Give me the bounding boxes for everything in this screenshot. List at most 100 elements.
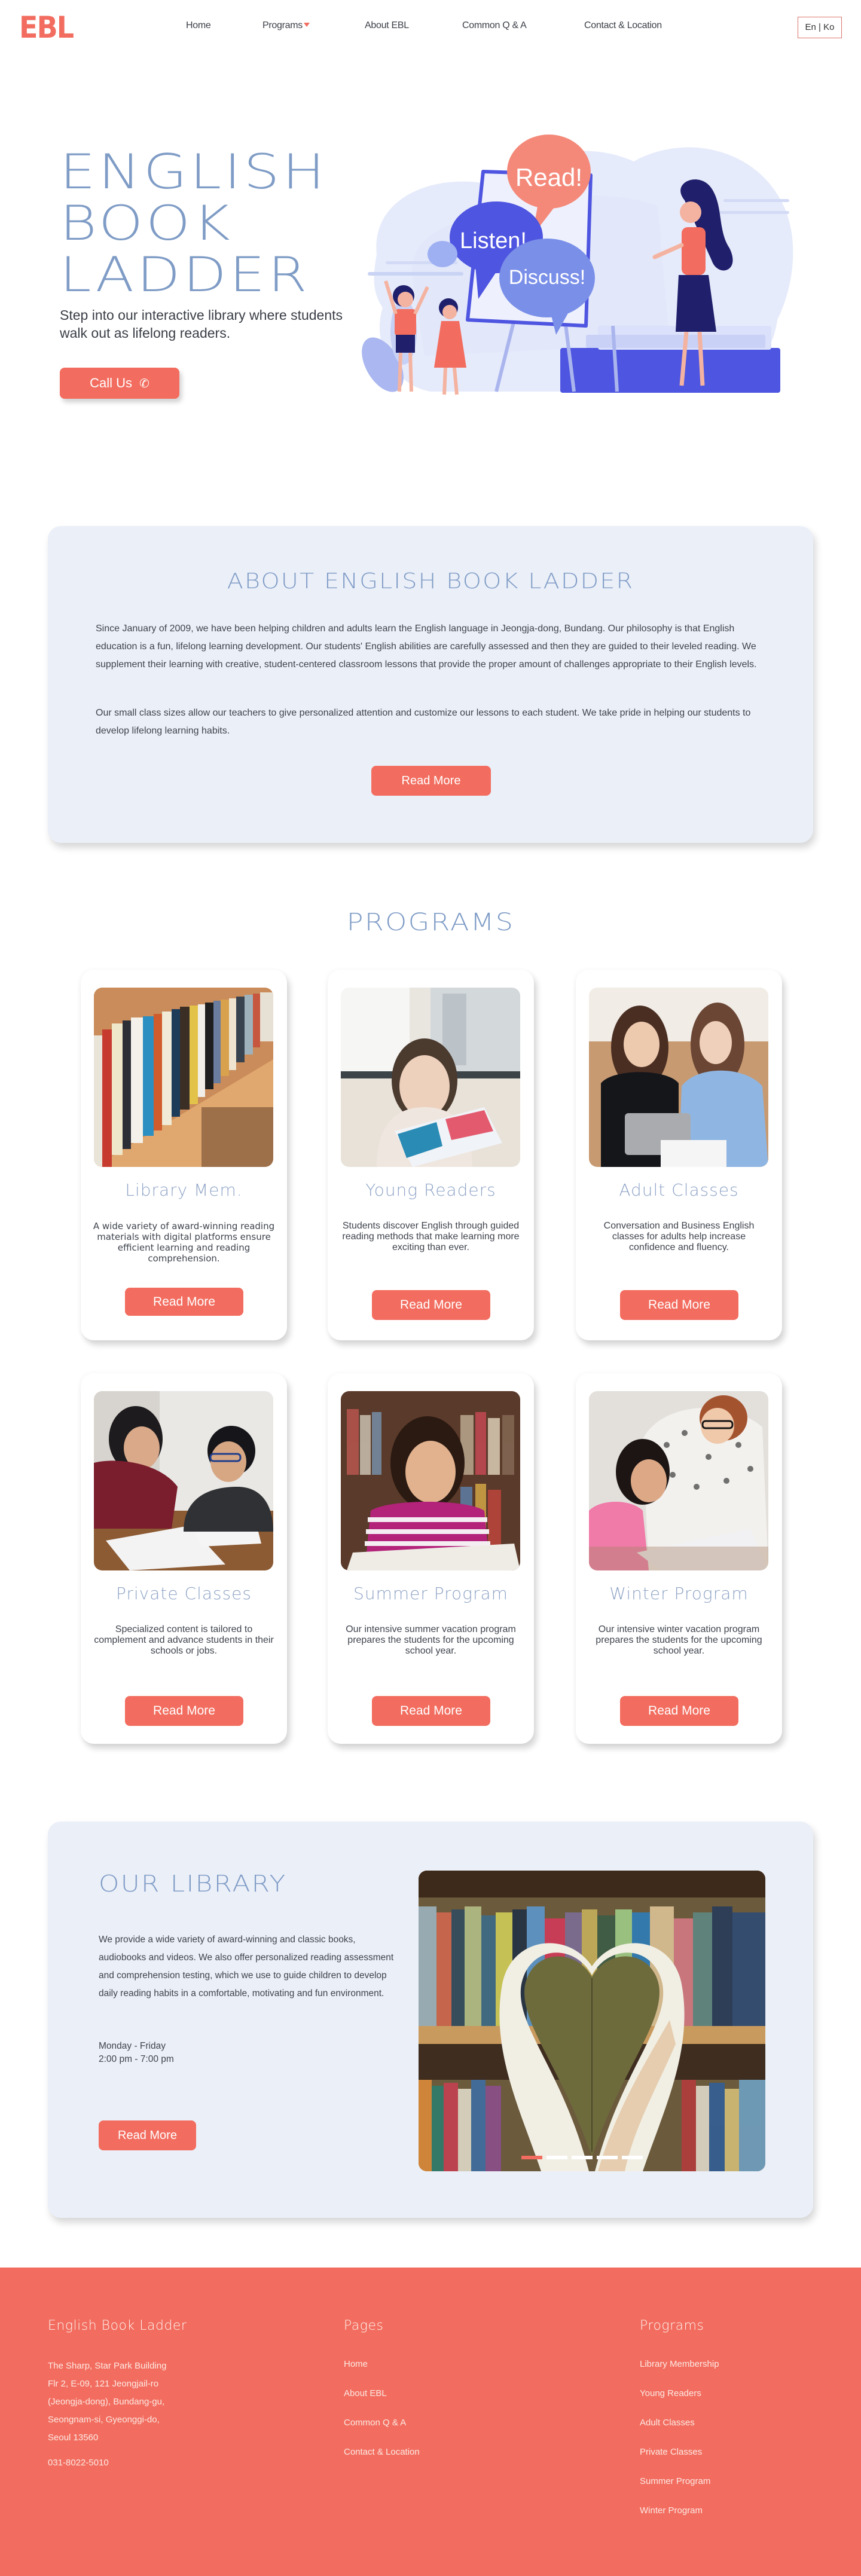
teacher-helping-girl-photo [589,1391,768,1570]
address-line: The Sharp, Star Park Building [48,2361,167,2371]
bubble-label: Discuss! [509,266,585,289]
footer-link-library-membership[interactable]: Library Membership [640,2358,719,2370]
deco-line [368,272,463,276]
carousel-dot-active[interactable] [521,2156,542,2159]
carousel-dot[interactable] [546,2156,567,2159]
program-card-private-classes: Private Classes Specialized content is t… [81,1373,287,1744]
program-read-more-button[interactable]: Read More [620,1696,738,1726]
carousel-dot[interactable] [597,2156,618,2159]
nav-qa[interactable]: Common Q & A [462,20,527,31]
hero-title-line: BOOK [60,195,233,251]
books-stack [560,348,780,393]
library-carousel[interactable] [419,1871,765,2171]
library-hours: Monday - Friday 2:00 pm - 7:00 pm [99,2040,174,2066]
footer-programs-column: Programs Library Membership Young Reader… [640,2318,719,2534]
footer-link-about[interactable]: About EBL [344,2388,420,2400]
carousel-dot[interactable] [622,2156,643,2159]
site-header: EBL Home Programs About EBL Common Q & A… [0,0,861,55]
carousel-dot[interactable] [572,2156,593,2159]
footer-link-adult-classes[interactable]: Adult Classes [640,2417,719,2429]
program-card-summer: Summer Program Our intensive summer vaca… [328,1373,534,1744]
small-bubble [428,241,457,267]
program-read-more-button[interactable]: Read More [372,1290,490,1320]
adults-talking-photo [589,988,768,1167]
hero-illustration: Read! Listen! Discuss! [362,135,793,395]
footer-pages-title: Pages [344,2318,384,2333]
program-description: Our intensive summer vacation program pr… [346,1624,516,1656]
program-title: Summer Program [353,1584,508,1603]
about-read-more-button[interactable]: Read More [371,766,491,796]
library-read-more-button[interactable]: Read More [99,2120,196,2150]
deco-line [718,211,789,214]
program-card-winter: Winter Program Our intensive winter vaca… [576,1373,782,1744]
nav-programs[interactable]: Programs [262,20,310,31]
girl-reading-photo [341,988,520,1167]
program-description: Our intensive winter vacation program pr… [596,1624,762,1656]
bookshelf-photo [94,988,273,1167]
program-card-library: Library Mem. A wide variety of award-win… [81,970,287,1340]
program-title: Young Readers [365,1180,496,1200]
hero-title-line: ENGLISH [60,144,328,200]
nav-contact[interactable]: Contact & Location [584,20,662,31]
library-title: OUR LIBRARY [99,1871,287,1897]
footer-brand-column: English Book Ladder The Sharp, Star Park… [48,2318,187,2468]
footer-pages-links: Home About EBL Common Q & A Contact & Lo… [344,2358,420,2458]
program-read-more-button[interactable]: Read More [125,1696,243,1726]
nav-programs-label: Programs [262,20,303,30]
bubble-label: Read! [515,163,582,191]
about-paragraph: Our small class sizes allow our teachers… [96,708,751,736]
heart-book-photo [419,1871,765,2171]
footer-link-summer-program[interactable]: Summer Program [640,2476,719,2488]
caret-down-icon [303,23,310,27]
call-us-button[interactable]: Call Us ✆ [60,368,179,399]
phone-icon: ✆ [139,377,149,390]
program-card-adult-classes: Adult Classes Conversation and Business … [576,970,782,1340]
program-read-more-button[interactable]: Read More [372,1696,490,1726]
tutor-student-photo [94,1391,273,1570]
program-card-young-readers: Young Readers Students discover English … [328,970,534,1340]
program-title: Library Mem. [125,1180,243,1200]
footer-link-private-classes[interactable]: Private Classes [640,2446,719,2458]
footer-brand-title: English Book Ladder [48,2318,187,2333]
program-read-more-button[interactable]: Read More [620,1290,738,1320]
footer-link-qa[interactable]: Common Q & A [344,2417,420,2429]
hero-title: ENGLISH BOOK LADDER [60,146,328,301]
address-line: Flr 2, E-09, 121 Jeongjail-ro [48,2379,159,2389]
girl-studying-library-photo [341,1391,520,1570]
library-hours-time: 2:00 pm - 7:00 pm [99,2054,174,2064]
language-toggle[interactable]: En | Ko [798,17,842,38]
nav-home[interactable]: Home [186,20,211,31]
footer-address: The Sharp, Star Park Building Flr 2, E-0… [48,2357,187,2447]
carousel-indicators [521,2156,643,2159]
deco-line [723,199,789,202]
about-title: ABOUT ENGLISH BOOK LADDER [227,569,634,594]
hero-subtitle: Step into our interactive library where … [60,307,343,341]
about-section: ABOUT ENGLISH BOOK LADDER Since January … [48,526,813,843]
footer-programs-links: Library Membership Young Readers Adult C… [640,2358,719,2517]
site-footer: English Book Ladder The Sharp, Star Park… [0,2268,861,2576]
footer-link-winter-program[interactable]: Winter Program [640,2505,719,2517]
program-title: Winter Program [609,1584,749,1603]
program-title: Private Classes [116,1584,252,1603]
call-us-label: Call Us [90,375,133,390]
library-description: We provide a wide variety of award-winni… [99,1935,394,1999]
footer-link-young-readers[interactable]: Young Readers [640,2388,719,2400]
program-description: Conversation and Business English classe… [603,1221,755,1252]
hero-title-line: LADDER [60,247,310,302]
program-title: Adult Classes [619,1180,739,1200]
program-description: A wide variety of award-winning reading … [93,1221,275,1264]
logo[interactable]: EBL [19,12,74,43]
footer-programs-title: Programs [640,2318,704,2333]
footer-link-contact[interactable]: Contact & Location [344,2446,420,2458]
address-line: (Jeongja-dong), Bundang-gu, [48,2397,165,2407]
program-description: Students discover English through guided… [342,1221,520,1252]
address-line: Seoul 13560 [48,2433,99,2443]
address-line: Seongnam-si, Gyeonggi-do, [48,2415,160,2425]
program-description: Specialized content is tailored to compl… [94,1624,274,1656]
nav-about[interactable]: About EBL [365,20,409,31]
footer-link-home[interactable]: Home [344,2358,420,2370]
library-hours-days: Monday - Friday [99,2041,166,2051]
programs-title: PROGRAMS [346,909,515,936]
program-read-more-button[interactable]: Read More [125,1288,243,1316]
footer-phone[interactable]: 031-8022-5010 [48,2458,187,2468]
